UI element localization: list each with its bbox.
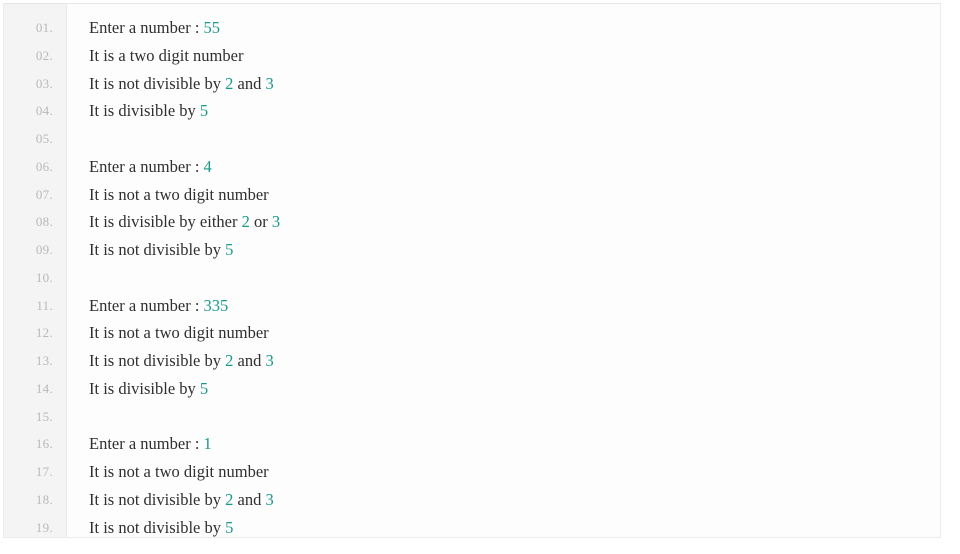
- output-text: It is not divisible by: [89, 73, 226, 93]
- console-output-line: Enter a number : 335: [89, 292, 940, 320]
- console-output-line: It is a two digit number: [89, 42, 940, 70]
- console-output-line: It is divisible by 5: [89, 375, 940, 403]
- output-text: It is divisible by: [89, 378, 200, 398]
- output-text: Enter a number :: [89, 156, 204, 176]
- output-text: Enter a number :: [89, 434, 204, 454]
- output-text: It is not divisible by: [89, 240, 226, 259]
- console-output-line: It is divisible by either 2 or 3: [89, 208, 940, 236]
- console-output-line: It is not divisible by 2 and 3: [89, 486, 940, 514]
- console-output-line: Enter a number : 55: [89, 14, 940, 42]
- output-number-value: 4: [203, 156, 212, 176]
- console-output-line: Enter a number : 4: [89, 153, 940, 181]
- line-number: 08.: [35, 214, 53, 230]
- line-number: 05.: [35, 131, 53, 146]
- output-text: and: [233, 73, 266, 93]
- output-number-value: 2: [241, 212, 250, 232]
- output-number-value: 3: [271, 212, 281, 232]
- line-number: 02.: [35, 47, 53, 63]
- output-text: It is divisible by either: [89, 212, 242, 232]
- output-number-value: 5: [225, 517, 234, 537]
- output-text: It is not divisible by: [89, 351, 226, 370]
- output-text: and: [233, 489, 266, 509]
- output-text: and: [233, 351, 266, 370]
- output-text: It is not a two digit number: [89, 462, 269, 481]
- line-number: 03.: [35, 75, 53, 91]
- console-output-line: It is not divisible by 2 and 3: [89, 70, 940, 98]
- line-number: 14.: [35, 380, 53, 396]
- line-number: 13.: [35, 353, 53, 368]
- console-output-line: It is not divisible by 5: [89, 236, 940, 264]
- line-number: 18.: [35, 491, 53, 507]
- line-number: 15.: [35, 408, 53, 424]
- output-number-value: 335: [203, 295, 229, 315]
- output-text: It is a two digit number: [89, 45, 244, 65]
- output-number-value: 5: [225, 240, 234, 259]
- output-number-value: 3: [265, 351, 274, 370]
- output-number-value: 3: [265, 489, 274, 509]
- output-text: It is not divisible by: [89, 517, 226, 537]
- console-output-area[interactable]: Enter a number : 55 It is a two digit num…: [67, 4, 940, 537]
- line-number: 19.: [35, 519, 53, 535]
- output-text: or: [249, 212, 272, 232]
- line-number: 07.: [35, 186, 53, 202]
- output-number-value: 1: [203, 434, 212, 454]
- output-number-value: 5: [199, 101, 209, 121]
- line-number: 01.: [35, 20, 53, 35]
- output-text: Enter a number :: [89, 18, 204, 37]
- output-text: It is not divisible by: [89, 489, 226, 509]
- console-output-line: It is divisible by 5: [89, 97, 940, 125]
- console-output-line: It is not a two digit number: [89, 181, 940, 209]
- console-output-line: It is not a two digit number: [89, 458, 940, 486]
- output-text: Enter a number :: [89, 295, 204, 315]
- output-text: It is not a two digit number: [89, 323, 269, 343]
- output-number-value: 5: [199, 378, 209, 398]
- console-output-line: Enter a number : 1: [89, 430, 940, 458]
- output-text: It is divisible by: [89, 101, 200, 121]
- output-number-value: 55: [203, 18, 221, 37]
- line-number: 16.: [35, 436, 53, 452]
- line-number: 04.: [35, 103, 53, 119]
- console-output-line: It is not divisible by 2 and 3: [89, 347, 940, 375]
- line-number-gutter: 01. 02. 03. 04. 05. 06. 07. 08. 09. 10. 11. 12. 13. 1…: [4, 4, 67, 537]
- line-number: 11.: [36, 297, 53, 313]
- program-output-console: 01. 02. 03. 04. 05. 06. 07. 08. 09. 10. 11. 12. 13. 1…: [3, 3, 941, 538]
- line-number: 09.: [35, 242, 53, 257]
- line-number: 12.: [35, 325, 53, 341]
- line-number: 10.: [35, 269, 53, 285]
- output-number-value: 3: [265, 73, 274, 93]
- console-output-line: It is not divisible by 5: [89, 514, 940, 538]
- page-root: 01. 02. 03. 04. 05. 06. 07. 08. 09. 10. 11. 12. 13. 1…: [0, 0, 960, 554]
- line-number: 17.: [35, 464, 53, 479]
- console-output-line: It is not a two digit number: [89, 319, 940, 347]
- output-text: It is not a two digit number: [89, 184, 269, 204]
- line-number: 06.: [35, 158, 53, 174]
